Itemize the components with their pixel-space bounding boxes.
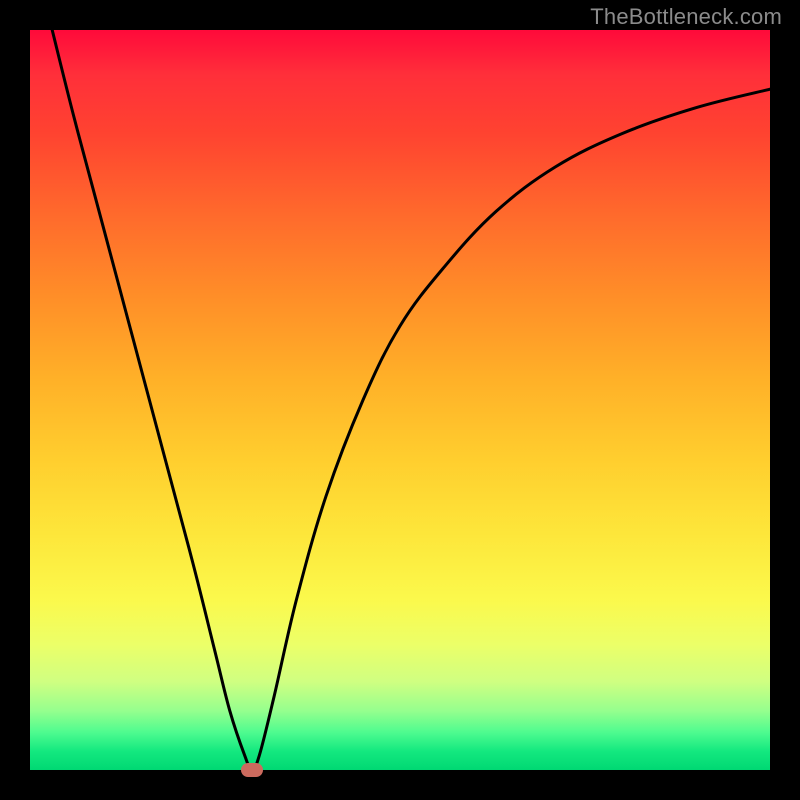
plot-area xyxy=(30,30,770,770)
watermark-text: TheBottleneck.com xyxy=(590,4,782,30)
bottleneck-curve xyxy=(30,30,770,770)
optimal-point-marker xyxy=(241,763,263,777)
chart-frame: TheBottleneck.com xyxy=(0,0,800,800)
